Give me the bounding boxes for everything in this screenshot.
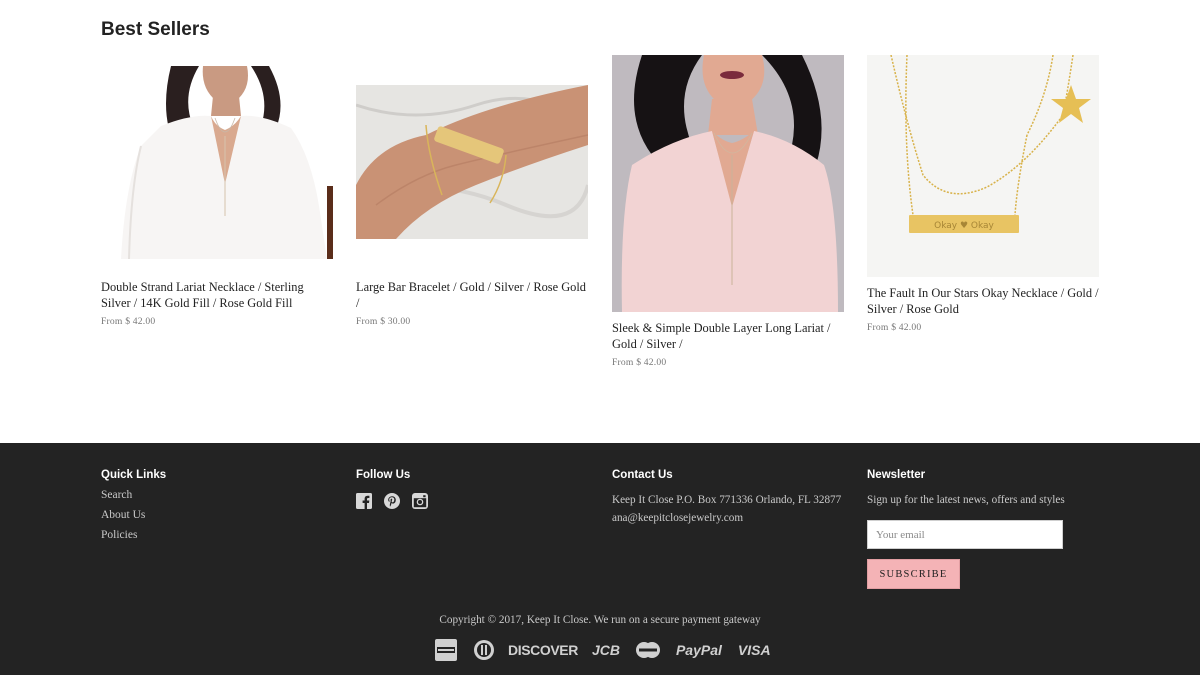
contact-heading: Contact Us (612, 469, 673, 481)
product-title[interactable]: The Fault In Our Stars Okay Necklace / G… (867, 285, 1099, 317)
instagram-icon[interactable] (412, 493, 428, 509)
newsletter: Newsletter Sign up for the latest news, … (867, 469, 1107, 599)
discover-icon: DISCOVER (508, 642, 578, 658)
pinterest-icon[interactable] (384, 493, 400, 509)
footer-link-search[interactable]: Search (101, 489, 166, 502)
product-image[interactable]: Okay ♥ Okay (867, 55, 1099, 277)
product-title[interactable]: Sleek & Simple Double Layer Long Lariat … (612, 320, 844, 352)
quick-links-heading: Quick Links (101, 469, 167, 481)
product-title[interactable]: Large Bar Bracelet / Gold / Silver / Ros… (356, 279, 588, 311)
wrist-bracelet-image (356, 85, 588, 239)
footer-link-about-us[interactable]: About Us (101, 509, 166, 522)
woman-white-top-image (101, 66, 333, 259)
section-title: Best Sellers (101, 19, 210, 40)
diners-club-icon (472, 639, 496, 661)
paypal-icon: PayPal (675, 642, 722, 658)
product-image[interactable] (101, 66, 333, 259)
newsletter-heading: Newsletter (867, 469, 926, 481)
site-footer: Quick Links Search About Us Policies Fol… (0, 443, 1200, 675)
product-title[interactable]: Double Strand Lariat Necklace / Sterling… (101, 279, 333, 311)
product-card[interactable]: Double Strand Lariat Necklace / Sterling… (101, 55, 333, 335)
footer-link-policies[interactable]: Policies (101, 529, 166, 542)
jcb-icon: JCB (591, 642, 620, 658)
subscribe-button[interactable]: SUBSCRIBE (867, 559, 960, 589)
newsletter-email-input[interactable] (867, 520, 1063, 549)
product-price: From $ 42.00 (101, 316, 156, 327)
product-price: From $ 42.00 (867, 322, 922, 333)
product-card[interactable]: Sleek & Simple Double Layer Long Lariat … (612, 55, 844, 375)
product-price: From $ 30.00 (356, 316, 411, 327)
product-card[interactable]: Large Bar Bracelet / Gold / Silver / Ros… (356, 55, 588, 335)
woman-pink-top-image (612, 55, 844, 312)
payment-icons: DISCOVER JCB PayPal VISA (434, 639, 771, 661)
mastercard-icon (634, 639, 662, 661)
quick-links: Quick Links Search About Us Policies (101, 469, 166, 542)
visa-icon: VISA (737, 642, 771, 658)
product-card[interactable]: Okay ♥ Okay The Fault In Our Stars Okay … (867, 55, 1099, 340)
american-express-icon (434, 639, 458, 661)
necklace-engraving: Okay ♥ Okay (934, 221, 994, 231)
copyright-text: Copyright © 2017, Keep It Close. We run … (439, 614, 761, 626)
newsletter-text: Sign up for the latest news, offers and … (867, 494, 1065, 506)
follow-us-heading: Follow Us (356, 469, 411, 481)
star-necklace-image: Okay ♥ Okay (867, 55, 1099, 277)
contact-address: Keep It Close P.O. Box 771336 Orlando, F… (612, 494, 842, 506)
product-price: From $ 42.00 (612, 357, 667, 368)
product-grid: Double Strand Lariat Necklace / Sterling… (101, 55, 1100, 385)
contact-us: Contact Us Keep It Close P.O. Box 771336… (612, 469, 852, 527)
contact-email[interactable]: ana@keepitclosejewelry.com (612, 509, 852, 527)
facebook-icon[interactable] (356, 493, 372, 509)
follow-us: Follow Us (356, 469, 428, 509)
product-image[interactable] (356, 85, 588, 239)
product-image[interactable] (612, 55, 844, 312)
